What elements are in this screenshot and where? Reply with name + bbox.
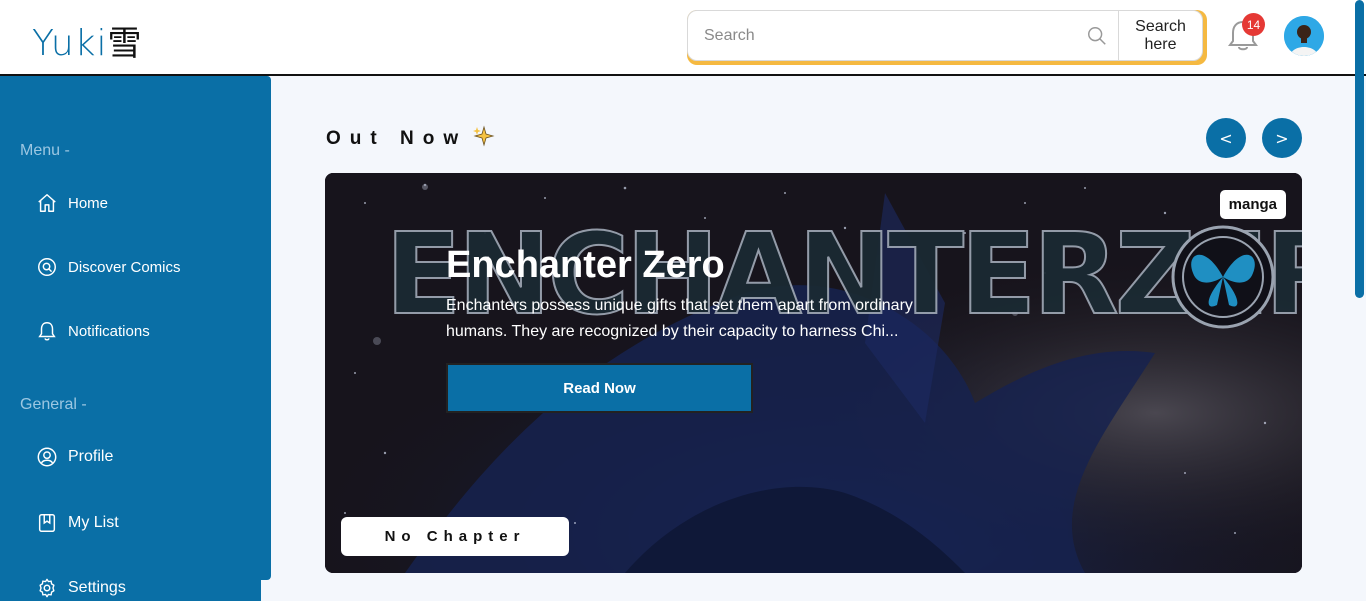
logo-kanji: 雪 [107,24,143,64]
sidebar-item-discover-comics[interactable]: Discover Comics [36,256,181,278]
sparkle-icon [473,125,495,147]
notification-count-badge: 14 [1242,13,1265,36]
comic-description: Enchanters possess unique gifts that set… [446,297,913,340]
sidebar-item-home[interactable]: Home [36,192,108,214]
avatar-image [1284,16,1324,56]
sidebar-item-my-list[interactable]: My List [36,512,119,534]
sidebar-item-label: Profile [68,448,114,465]
sidebar-item-label: Discover Comics [68,258,181,276]
sidebar-item-label: My List [68,514,119,531]
read-now-button[interactable]: Read Now [446,363,753,413]
sidebar-item-settings[interactable]: Settings [36,577,126,599]
user-avatar[interactable] [1284,16,1324,56]
home-icon [38,194,56,212]
sidebar-item-label: Home [68,194,109,212]
search-button[interactable]: Search here [1118,11,1202,60]
sidebar-item-label: Notifications [68,322,150,340]
section-title: Out Now [326,128,468,149]
top-header: Yuki雪 Search here 14 [0,0,1366,76]
menu-section-title: Menu - [20,142,70,159]
sidebar-item-notifications[interactable]: Notifications [36,320,150,342]
carousel-next-button[interactable]: > [1262,118,1302,158]
carousel-prev-button[interactable]: < [1206,118,1246,158]
bookmark-icon [38,514,56,532]
app-logo[interactable]: Yuki雪 [32,16,143,65]
search-input[interactable] [688,11,1086,60]
user-icon [37,447,57,467]
page-scrollbar[interactable] [1355,0,1364,298]
search-box: Search here [687,10,1203,61]
featured-comic-banner[interactable]: ENCHANTERZERO manga Enchanter Zero Encha… [325,173,1302,573]
chapter-button[interactable]: No Chapter [341,517,569,556]
comic-title: Enchanter Zero [446,244,725,286]
sidebar-scrollbar[interactable] [261,76,271,580]
comic-type-tag: manga [1219,190,1286,219]
logo-text: Yuki [32,23,108,64]
search-icon[interactable] [1086,25,1108,47]
sidebar-item-label: Settings [68,579,126,596]
gear-icon [39,578,55,598]
bell-icon [38,322,56,341]
search-bar: Search here [687,10,1207,65]
sidebar-item-profile[interactable]: Profile [36,446,113,468]
general-section-title: General - [20,396,87,413]
discover-icon [38,258,56,276]
